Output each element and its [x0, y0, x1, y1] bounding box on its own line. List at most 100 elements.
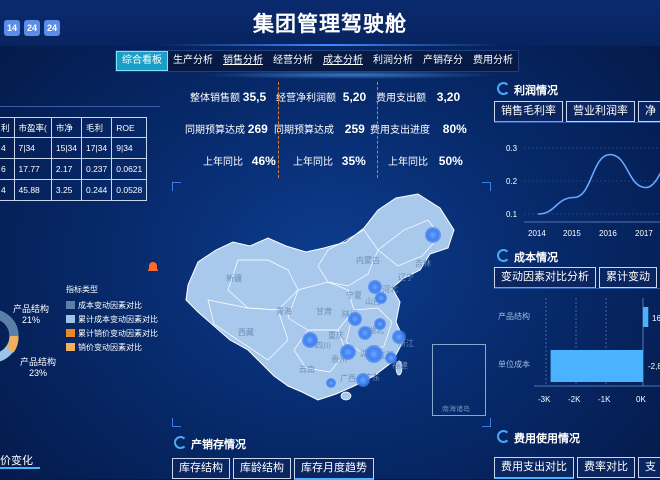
tab-inventory-trend[interactable]: 库存月度趋势 — [294, 458, 374, 480]
kpi-expense-progress-value: 80% — [442, 122, 467, 136]
x-tick-label: 2016 — [599, 229, 617, 238]
y-tick-label: 0.1 — [506, 210, 518, 219]
kpi-divider-1 — [278, 82, 279, 178]
tab-gross-margin[interactable]: 销售毛利率 — [494, 101, 563, 123]
kpi-budget-2: 同期预算达成 259 — [274, 121, 365, 136]
table-row: 4 7|34 15|34 17|34 9|34 — [0, 137, 148, 159]
left-panel-divider — [0, 106, 160, 107]
map-data-point[interactable] — [392, 330, 406, 344]
kpi-budget-2-value: 259 — [344, 122, 365, 136]
legend-swatch — [66, 343, 75, 351]
hainan-shape — [340, 391, 352, 401]
map-data-point[interactable] — [425, 227, 441, 243]
province-label: 重庆 — [328, 331, 344, 340]
map-data-point[interactable] — [365, 345, 383, 363]
table-header-row: 利 市盈率( 市净 毛利 ROE — [0, 117, 148, 138]
map-data-point[interactable] — [356, 373, 370, 387]
nav-tab-overview[interactable]: 综合看板 — [116, 51, 168, 71]
nav-tab-expense[interactable]: 费用分析 — [468, 51, 518, 71]
tab-cumulative-variance[interactable]: 累计变动 — [599, 267, 657, 288]
date-badge-3[interactable]: 24 — [44, 20, 60, 36]
tab-inventory-age[interactable]: 库龄结构 — [233, 458, 291, 479]
map-data-point[interactable] — [374, 318, 386, 330]
alarm-icon[interactable] — [147, 261, 159, 271]
profit-section-title: 利润情况 — [497, 82, 558, 98]
map-data-point[interactable] — [348, 312, 362, 326]
nav-tab-operations[interactable]: 经营分析 — [268, 51, 318, 71]
table-cell: 17|34 — [80, 137, 113, 159]
tab-net-margin[interactable]: 净 — [638, 101, 660, 122]
y-tick-label: 0.2 — [506, 177, 518, 186]
page-title: 集团管理驾驶舱 — [253, 13, 407, 36]
province-label: 宁夏 — [346, 291, 362, 300]
legend-swatch — [66, 301, 75, 309]
expense-tabs: 费用支出对比 费率对比 支 — [494, 457, 660, 479]
tab-operating-margin[interactable]: 营业利润率 — [566, 101, 635, 122]
price-change-underline — [0, 467, 40, 469]
bar-value-label: 16 — [652, 314, 660, 323]
margin-series-line[interactable] — [537, 153, 660, 215]
legend-item[interactable]: 销价变动因素对比 — [66, 340, 158, 354]
cost-bar-chart: 产品结构 单位成本 16 -2,8 -3K -2K -1K 0K — [498, 298, 660, 404]
date-badge-1[interactable]: 14 — [4, 20, 20, 36]
tab-expense-more[interactable]: 支 — [638, 457, 660, 478]
kpi-yoy-2-value: 35% — [341, 154, 366, 168]
table-cell: 0.244 — [80, 179, 113, 201]
donut-label-1-text: 产品结构 — [13, 304, 50, 314]
map-frame-corner — [482, 182, 491, 191]
y-tick-label: 0.3 — [506, 144, 518, 153]
kpi-yoy-3-label: 上年同比 — [388, 157, 428, 168]
kpi-expense-progress: 费用支出进度 80% — [370, 121, 467, 136]
tab-inventory-structure[interactable]: 库存结构 — [172, 458, 230, 479]
map-data-point[interactable] — [358, 326, 372, 340]
nav-tab-sales[interactable]: 销售分析 — [218, 51, 268, 71]
legend-item[interactable]: 累计销价变动因素对比 — [66, 326, 158, 340]
province-label: 吉林 — [415, 259, 431, 268]
bar-unit-cost[interactable] — [550, 350, 643, 382]
tab-expense-comparison[interactable]: 费用支出对比 — [494, 457, 574, 479]
x-tick-label: -3K — [538, 395, 551, 404]
kpi-yoy-1: 上年同比 46% — [203, 153, 276, 168]
swirl-icon — [497, 82, 510, 95]
tab-variance-analysis[interactable]: 变动因素对比分析 — [494, 267, 596, 289]
china-map[interactable] — [178, 190, 468, 420]
main-nav: 综合看板 生产分析 销售分析 经营分析 成本分析 利润分析 产销存分 费用分析 — [115, 50, 519, 72]
map-data-point[interactable] — [340, 344, 356, 360]
table-cell: 7|34 — [13, 137, 52, 159]
legend-swatch — [66, 315, 75, 323]
map-data-point[interactable] — [385, 352, 397, 364]
kpi-budget-1: 同期预算达成 269 — [185, 121, 268, 136]
nav-tab-profit[interactable]: 利润分析 — [368, 51, 418, 71]
province-label: 内蒙古 — [356, 256, 380, 265]
date-badge-2[interactable]: 24 — [24, 20, 40, 36]
nav-tab-cost[interactable]: 成本分析 — [318, 51, 368, 71]
nav-tab-production[interactable]: 生产分析 — [168, 51, 218, 71]
map-data-point[interactable] — [302, 332, 318, 348]
table-header-cell: 市盈率( — [13, 117, 52, 138]
kpi-sales: 整体销售额 35,5 — [190, 89, 266, 104]
kpi-net-profit: 经营净利润额 5,20 — [276, 89, 366, 104]
expense-section-title: 费用使用情况 — [497, 430, 580, 446]
nav-tab-inventory[interactable]: 产销存分 — [418, 51, 468, 71]
map-data-point[interactable] — [326, 378, 336, 388]
legend-item[interactable]: 成本变动因素对比 — [66, 298, 158, 312]
nav-tab-cost-label: 成本分析 — [323, 55, 363, 66]
x-tick-label: 0K — [636, 395, 646, 404]
nav-tab-sales-label: 销售分析 — [223, 55, 263, 66]
map-data-point[interactable] — [375, 292, 387, 304]
valuation-table: 利 市盈率( 市净 毛利 ROE 4 7|34 15|34 17|34 9|34… — [0, 117, 148, 201]
table-header-cell: ROE — [111, 117, 148, 138]
donut-segment — [6, 335, 19, 353]
table-row: 6 17.77 2.17 0.237 0.0621 — [0, 158, 148, 180]
table-cell: 6 — [0, 158, 15, 180]
kpi-divider-2 — [377, 82, 378, 178]
profit-title-text: 利润情况 — [514, 85, 558, 97]
table-cell: 0.237 — [80, 158, 113, 180]
kpi-budget-1-label: 同期预算达成 — [185, 125, 245, 136]
legend-label: 累计销价变动因素对比 — [78, 328, 158, 338]
bar-product-structure[interactable] — [643, 307, 649, 327]
tab-rate-comparison[interactable]: 费率对比 — [577, 457, 635, 478]
production-tabs: 库存结构 库龄结构 库存月度趋势 — [172, 458, 374, 480]
legend-item[interactable]: 累计成本变动因素对比 — [66, 312, 158, 326]
cost-section-title: 成本情况 — [497, 249, 558, 265]
